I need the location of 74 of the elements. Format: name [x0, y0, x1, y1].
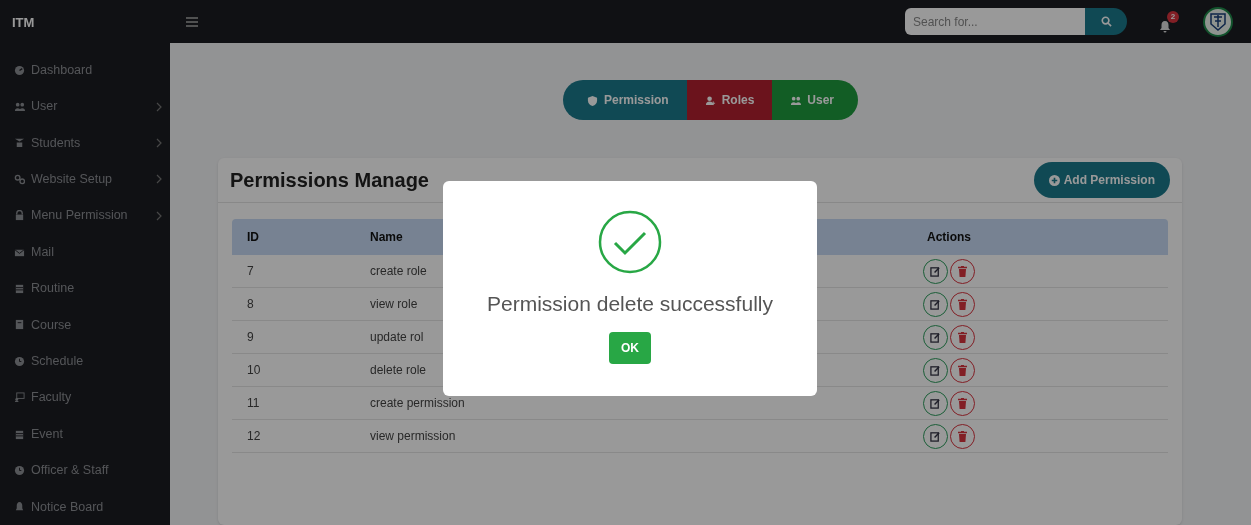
user-icon: [704, 94, 716, 106]
plus-circle-icon: [1048, 174, 1060, 186]
edit-icon: [930, 397, 941, 409]
sidebar-item[interactable]: Faculty: [0, 379, 170, 416]
tab[interactable]: Permission: [562, 80, 687, 120]
table-cell: 10: [247, 363, 261, 377]
sidebar-item[interactable]: Event: [0, 415, 170, 453]
sidebar-item[interactable]: User: [0, 88, 170, 125]
mail-icon: [14, 246, 25, 258]
lock-icon: [14, 210, 25, 222]
dialog-message: Permission delete successfully: [487, 291, 773, 317]
sidebar-item[interactable]: Routine: [0, 270, 170, 307]
avatar-logo[interactable]: [1203, 6, 1233, 37]
trash-icon: [958, 298, 967, 310]
table-cell: create permission: [370, 396, 465, 410]
table-cell: 11: [247, 396, 260, 410]
book-icon: [14, 319, 25, 331]
sidebar-item[interactable]: Schedule: [0, 343, 170, 380]
gears-icon: [14, 173, 25, 185]
sidebar-item[interactable]: Menu Permission: [0, 197, 170, 234]
bell-icon[interactable]: [1159, 19, 1171, 33]
sidebar-item[interactable]: Course: [0, 306, 170, 344]
column-header: Name: [370, 230, 403, 244]
shield-icon: [586, 94, 598, 106]
table-cell: delete role: [370, 363, 427, 377]
emblem-icon: [1209, 11, 1227, 32]
edit-icon: [930, 364, 941, 376]
clock-icon: [14, 465, 25, 476]
sidebar-item[interactable]: Students: [0, 124, 170, 162]
card-title: Permissions Manage: [230, 168, 429, 193]
trash-icon: [958, 397, 967, 409]
add-permission-button[interactable]: Add Permission: [1033, 162, 1170, 198]
clock-icon: [14, 355, 25, 367]
presentation-icon: [14, 392, 25, 404]
trash-icon: [958, 430, 967, 442]
ok-button[interactable]: OK: [609, 331, 651, 364]
search-icon: [1100, 16, 1112, 27]
student-icon: [14, 137, 25, 149]
check-icon: [598, 210, 662, 274]
edit-icon: [930, 298, 941, 310]
brand-name[interactable]: ITM: [12, 14, 35, 30]
table-cell: view role: [370, 297, 418, 311]
edit-icon: [930, 430, 941, 442]
sidebar-item[interactable]: Dashboard: [0, 52, 170, 89]
column-header: Actions: [927, 230, 971, 244]
sidebar-item[interactable]: Notice Board: [0, 488, 170, 525]
search-field[interactable]: Search for...: [905, 8, 1085, 35]
users-icon: [790, 94, 802, 106]
users-icon: [14, 101, 25, 113]
sidebar-item[interactable]: Website Setup: [0, 161, 170, 198]
edit-icon: [930, 265, 941, 277]
calendar-icon: [14, 428, 25, 440]
menu-icon[interactable]: [186, 16, 198, 27]
table-cell: 12: [247, 429, 261, 443]
sidebar-item[interactable]: Mail: [0, 233, 170, 271]
tab[interactable]: User: [772, 80, 859, 120]
calendar-icon: [14, 283, 25, 295]
table-cell: create role: [370, 264, 427, 278]
tab[interactable]: Roles: [686, 80, 773, 120]
table-cell: view permission: [370, 429, 456, 443]
edit-icon: [930, 331, 941, 343]
trash-icon: [958, 364, 967, 376]
table-cell: 8: [247, 297, 254, 311]
gauge-icon: [14, 64, 25, 76]
bell-icon: [14, 501, 25, 513]
table-cell: 7: [247, 264, 254, 278]
column-header: ID: [247, 230, 259, 244]
trash-icon: [958, 331, 967, 343]
sidebar-item[interactable]: Officer & Staff: [0, 452, 170, 489]
notification-badge: 2: [1167, 10, 1179, 23]
search-button[interactable]: [1085, 8, 1127, 35]
table-cell: update rol: [370, 330, 424, 344]
table-cell: 9: [247, 330, 254, 344]
trash-icon: [958, 265, 967, 277]
